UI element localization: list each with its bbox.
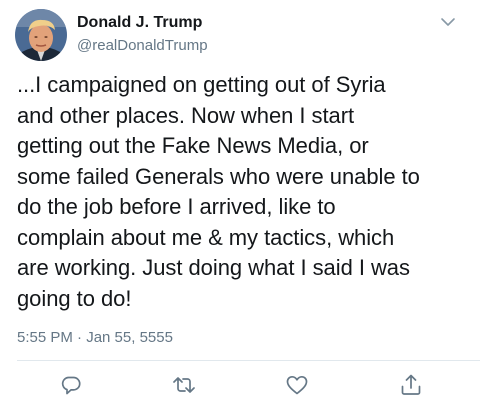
tweet-line: getting out the Fake News Media, or xyxy=(17,133,369,158)
share-icon[interactable] xyxy=(398,372,424,398)
chevron-down-icon[interactable] xyxy=(437,14,459,32)
tweet-line: do the job before I arrived, like to xyxy=(17,194,336,219)
author-handle[interactable]: @realDonaldTrump xyxy=(77,36,208,56)
tweet-timestamp[interactable]: 5:55 PM · Jan 55, 5555 xyxy=(17,328,173,348)
tweet-line: are working. Just doing what I said I wa… xyxy=(17,255,410,280)
tweet-line: ...I campaigned on getting out of Syria xyxy=(17,72,386,97)
avatar-image xyxy=(15,9,67,61)
tweet-line: going to do! xyxy=(17,285,132,311)
author-name[interactable]: Donald J. Trump xyxy=(77,13,202,33)
tweet-line: some failed Generals who were unable to xyxy=(17,163,420,189)
divider xyxy=(17,360,480,361)
avatar[interactable] xyxy=(15,9,67,61)
retweet-icon[interactable] xyxy=(171,372,197,398)
tweet-text: ...I campaigned on getting out of Syria … xyxy=(17,70,469,314)
tweet-line: complain about me & my tactics, which xyxy=(17,224,395,250)
tweet-card: Donald J. Trump @realDonaldTrump ...I ca… xyxy=(0,0,480,410)
reply-icon[interactable] xyxy=(58,372,84,398)
heart-icon[interactable] xyxy=(284,372,310,398)
tweet-line: and other places. Now when I start xyxy=(17,102,355,128)
